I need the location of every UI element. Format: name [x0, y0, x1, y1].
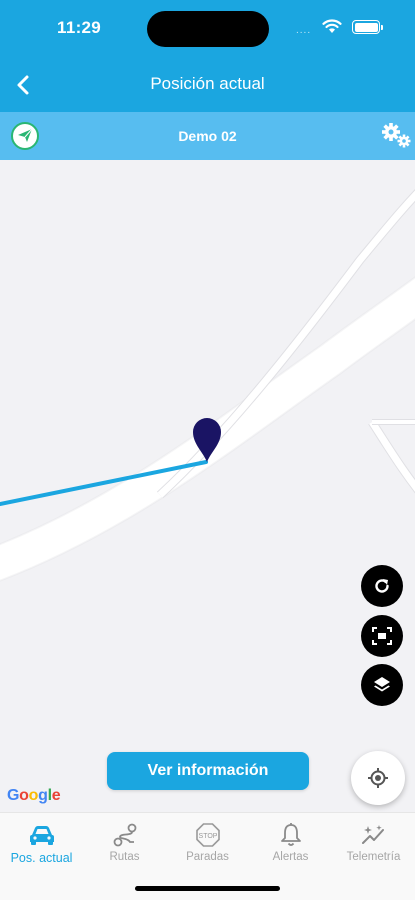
dynamic-island	[147, 11, 269, 47]
route-icon	[113, 823, 136, 847]
tab-stops[interactable]: STOP Paradas	[166, 821, 249, 869]
wifi-icon	[322, 19, 342, 33]
top-bar: 11:29 .... Posición actual	[0, 0, 415, 112]
info-button[interactable]: Ver información	[107, 752, 309, 790]
tab-label: Paradas	[186, 851, 229, 863]
tab-telemetry[interactable]: Telemetría	[332, 821, 415, 869]
fit-bounds-button[interactable]	[361, 615, 403, 657]
refresh-button[interactable]	[361, 565, 403, 607]
vehicle-name: Demo 02	[178, 128, 237, 144]
tab-label: Alertas	[272, 851, 309, 863]
car-icon	[29, 826, 54, 845]
tab-alerts[interactable]: Alertas	[249, 821, 332, 869]
tab-label: Rutas	[109, 851, 140, 863]
tab-routes[interactable]: Rutas	[83, 821, 166, 869]
tab-current-position[interactable]: Pos. actual	[0, 821, 83, 869]
gears-icon[interactable]	[380, 122, 412, 150]
refresh-icon	[375, 579, 389, 593]
tab-label: Pos. actual	[10, 851, 73, 865]
map-view[interactable]	[0, 160, 415, 812]
telemetry-icon	[361, 825, 384, 844]
bell-icon	[280, 823, 301, 846]
svg-text:STOP: STOP	[198, 833, 217, 840]
layers-button[interactable]	[361, 664, 403, 706]
layers-icon	[374, 677, 390, 692]
signal-dots: ....	[296, 25, 312, 36]
google-logo: Google	[7, 787, 61, 804]
home-indicator	[135, 886, 280, 891]
page-title: Posición actual	[150, 74, 265, 93]
my-location-icon	[368, 768, 388, 788]
screen: 11:29 .... Posición actual Demo 02 Ver i…	[0, 0, 415, 900]
locate-button[interactable]	[351, 751, 405, 805]
battery-icon	[352, 20, 383, 34]
status-time: 11:29	[57, 18, 102, 37]
fit-bounds-icon	[372, 627, 392, 645]
stop-sign-icon: STOP	[195, 823, 220, 847]
tab-label: Telemetría	[346, 851, 401, 863]
vehicle-bar: Demo 02	[0, 112, 415, 160]
map-canvas	[0, 189, 415, 582]
